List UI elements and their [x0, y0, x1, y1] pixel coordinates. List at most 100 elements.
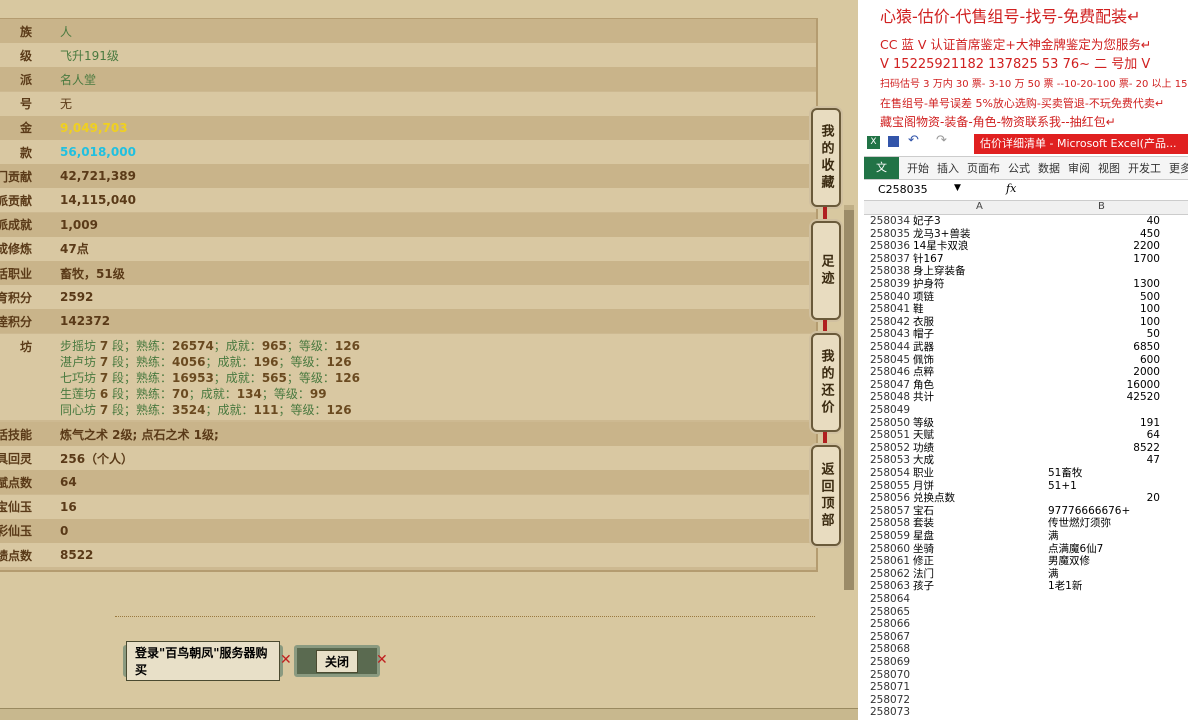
row-number[interactable]: 258036 [870, 240, 910, 253]
cell-b[interactable]: 51畜牧 [1048, 467, 1160, 480]
cell-a[interactable]: 帽子 [913, 328, 934, 341]
row-number[interactable]: 258060 [870, 543, 910, 556]
cell-b[interactable]: 500 [1048, 291, 1160, 304]
row-number[interactable]: 258037 [870, 253, 910, 266]
cell-b[interactable]: 97776666676+ [1048, 505, 1160, 518]
tab-view[interactable]: 视图 [1098, 160, 1120, 176]
row-number[interactable]: 258047 [870, 379, 910, 392]
cell-a[interactable]: 针167 [913, 253, 944, 266]
cell-a[interactable]: 套装 [913, 517, 934, 530]
cell-b[interactable]: 50 [1048, 328, 1160, 341]
cell-b[interactable]: 51+1 [1048, 480, 1160, 493]
fx-label[interactable]: fx [1006, 182, 1016, 195]
row-number[interactable]: 258039 [870, 278, 910, 291]
row-number[interactable]: 258053 [870, 454, 910, 467]
row-number[interactable]: 258062 [870, 568, 910, 581]
row-number[interactable]: 258052 [870, 442, 910, 455]
cell-a[interactable]: 法门 [913, 568, 934, 581]
cell-a[interactable]: 14星卡双浪 [913, 240, 968, 253]
cell-a[interactable]: 鞋 [913, 303, 924, 316]
cell-b[interactable]: 1老1新 [1048, 580, 1160, 593]
row-number[interactable]: 258046 [870, 366, 910, 379]
cell-b[interactable]: 600 [1048, 354, 1160, 367]
row-number[interactable]: 258051 [870, 429, 910, 442]
favorites-button[interactable]: 我的收藏 [811, 108, 841, 207]
cell-a[interactable]: 兑换点数 [913, 492, 955, 505]
row-number[interactable]: 258066 [870, 618, 910, 631]
cell-a[interactable]: 角色 [913, 379, 934, 392]
tab-more[interactable]: 更多 [1169, 160, 1188, 176]
tab-home[interactable]: 开始 [907, 160, 929, 176]
row-number[interactable]: 258044 [870, 341, 910, 354]
name-box-dropdown-icon[interactable]: ▼ [954, 183, 961, 193]
row-number[interactable]: 258042 [870, 316, 910, 329]
cell-b[interactable]: 8522 [1048, 442, 1160, 455]
tab-developer[interactable]: 开发工 [1128, 160, 1161, 176]
cell-b[interactable]: 男魔双修 [1048, 555, 1160, 568]
row-number[interactable]: 258061 [870, 555, 910, 568]
redo-icon[interactable]: ↷ [936, 133, 947, 148]
tab-formulas[interactable]: 公式 [1008, 160, 1030, 176]
cell-b[interactable]: 满 [1048, 568, 1160, 581]
cell-b[interactable]: 1300 [1048, 278, 1160, 291]
row-number[interactable]: 258056 [870, 492, 910, 505]
cell-b[interactable]: 100 [1048, 316, 1160, 329]
row-number[interactable]: 258059 [870, 530, 910, 543]
my-offers-button[interactable]: 我的还价 [811, 333, 841, 432]
row-number[interactable]: 258069 [870, 656, 910, 669]
row-number[interactable]: 258071 [870, 681, 910, 694]
cell-a[interactable]: 星盘 [913, 530, 934, 543]
row-number[interactable]: 258041 [870, 303, 910, 316]
row-number[interactable]: 258072 [870, 694, 910, 707]
cell-b[interactable]: 47 [1048, 454, 1160, 467]
cell-b[interactable]: 6850 [1048, 341, 1160, 354]
row-number[interactable]: 258058 [870, 517, 910, 530]
cell-a[interactable]: 身上穿装备 [913, 265, 966, 278]
cell-b[interactable]: 2200 [1048, 240, 1160, 253]
cell-a[interactable]: 宝石 [913, 505, 934, 518]
row-number[interactable]: 258043 [870, 328, 910, 341]
tab-data[interactable]: 数据 [1038, 160, 1060, 176]
row-number[interactable]: 258035 [870, 228, 910, 241]
cell-a[interactable]: 职业 [913, 467, 934, 480]
cell-b[interactable]: 191 [1048, 417, 1160, 430]
cell-a[interactable]: 孩子 [913, 580, 934, 593]
cell-b[interactable]: 16000 [1048, 379, 1160, 392]
cell-a[interactable]: 月饼 [913, 480, 934, 493]
row-number[interactable]: 258073 [870, 706, 910, 719]
cell-a[interactable]: 项链 [913, 291, 934, 304]
tab-file[interactable]: 文件 [864, 157, 899, 196]
cell-a[interactable]: 武器 [913, 341, 934, 354]
cell-a[interactable]: 共计 [913, 391, 934, 404]
cell-a[interactable]: 功绩 [913, 442, 934, 455]
cell-b[interactable]: 点满魔6仙7 [1048, 543, 1160, 556]
cell-b[interactable]: 1700 [1048, 253, 1160, 266]
row-number[interactable]: 258063 [870, 580, 910, 593]
cell-b[interactable]: 450 [1048, 228, 1160, 241]
row-number[interactable]: 258054 [870, 467, 910, 480]
cell-b[interactable]: 满 [1048, 530, 1160, 543]
row-number[interactable]: 258068 [870, 643, 910, 656]
cell-b[interactable]: 64 [1048, 429, 1160, 442]
cell-a[interactable]: 护身符 [913, 278, 945, 291]
row-number[interactable]: 258050 [870, 417, 910, 430]
tab-insert[interactable]: 插入 [937, 160, 959, 176]
cell-b[interactable]: 42520 [1048, 391, 1160, 404]
cell-a[interactable]: 大成 [913, 454, 934, 467]
col-a-header[interactable]: A [976, 201, 983, 212]
row-number[interactable]: 258070 [870, 669, 910, 682]
row-number[interactable]: 258057 [870, 505, 910, 518]
cell-b[interactable]: 2000 [1048, 366, 1160, 379]
cell-a[interactable]: 点粹 [913, 366, 934, 379]
name-box[interactable]: C258035 [878, 183, 928, 196]
cell-b[interactable]: 传世燃灯须弥 [1048, 517, 1160, 530]
back-to-top-button[interactable]: 返回顶部 [811, 445, 841, 546]
row-number[interactable]: 258040 [870, 291, 910, 304]
row-number[interactable]: 258038 [870, 265, 910, 278]
cell-a[interactable]: 妃子3 [913, 215, 941, 228]
cell-a[interactable]: 等级 [913, 417, 934, 430]
tab-review[interactable]: 审阅 [1068, 160, 1090, 176]
row-number[interactable]: 258034 [870, 215, 910, 228]
col-b-header[interactable]: B [1098, 201, 1105, 212]
tab-page-layout[interactable]: 页面布 [967, 160, 1000, 176]
